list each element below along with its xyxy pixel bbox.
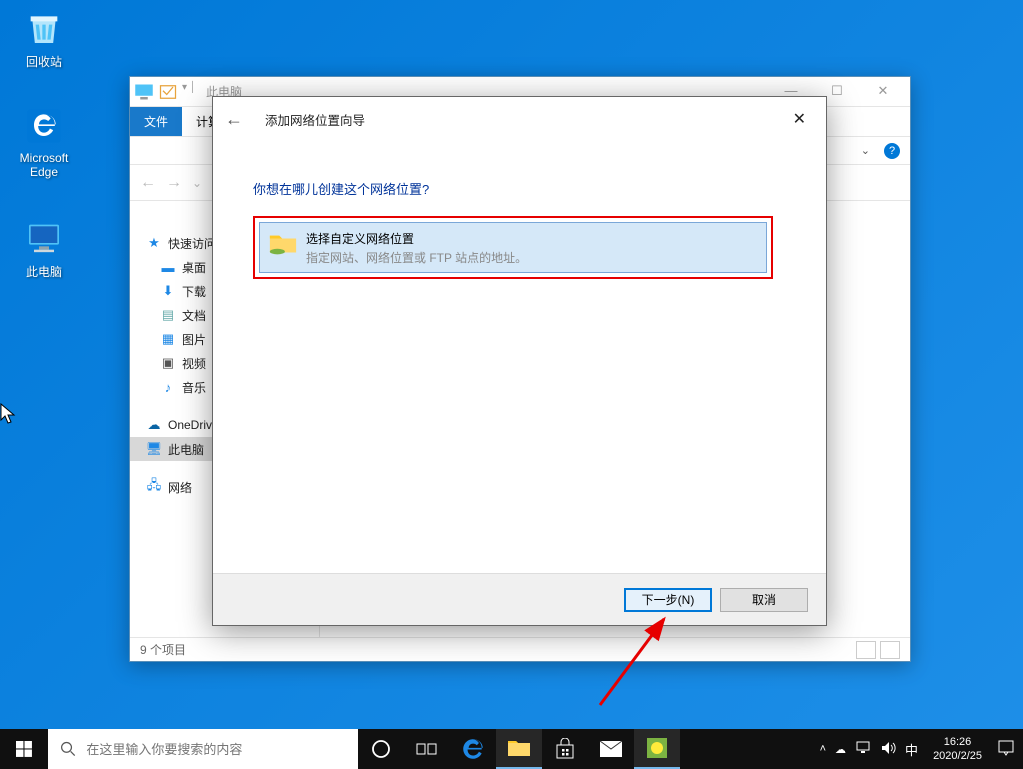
network-icon: 🖧: [146, 479, 162, 495]
ribbon-expand-icon[interactable]: ⌄: [861, 144, 870, 157]
close-button[interactable]: ✕: [860, 77, 906, 107]
wizard-titlebar: ← 添加网络位置向导 ✕: [213, 97, 826, 141]
search-input[interactable]: [86, 742, 346, 757]
search-icon: [60, 740, 76, 758]
desktop-icon-label: Microsoft Edge: [6, 151, 82, 179]
desktop-icon-label: 回收站: [6, 53, 82, 70]
pc-icon: 🖥: [146, 441, 162, 457]
document-icon: ▤: [160, 307, 176, 323]
wizard-close-icon[interactable]: ✕: [785, 105, 814, 133]
status-item-count: 9 个项目: [140, 641, 186, 658]
tray-time: 16:26: [933, 735, 982, 749]
desktop-icon-label: 此电脑: [6, 263, 82, 280]
view-large-icon[interactable]: [880, 641, 900, 659]
view-details-icon[interactable]: [856, 641, 876, 659]
tray-network-icon[interactable]: [855, 741, 871, 758]
videos-icon: ▣: [160, 355, 176, 371]
tray-onedrive-icon[interactable]: ☁: [835, 743, 846, 756]
wizard-footer: 下一步(N) 取消: [213, 573, 826, 625]
desktop-icon-edge[interactable]: Microsoft Edge: [6, 104, 82, 179]
add-network-location-wizard: ← 添加网络位置向导 ✕ 你想在哪儿创建这个网络位置? 选择自定义网络位置 指定…: [212, 96, 827, 626]
pc-small-icon: [134, 82, 154, 102]
taskbar-taskview-icon[interactable]: [404, 729, 450, 769]
taskbar-edge-icon[interactable]: [450, 729, 496, 769]
tray-volume-icon[interactable]: [880, 741, 896, 758]
folder-network-icon: [268, 230, 298, 258]
wizard-body: 你想在哪儿创建这个网络位置? 选择自定义网络位置 指定网站、网络位置或 FTP …: [213, 141, 826, 279]
qat-dropdown-icon[interactable]: ▾ │: [182, 82, 202, 102]
download-icon: ⬇: [160, 283, 176, 299]
tray-date: 2020/2/25: [933, 749, 982, 763]
music-icon: ♪: [160, 379, 176, 395]
wizard-option-desc: 指定网站、网络位置或 FTP 站点的地址。: [306, 249, 527, 266]
taskbar-search[interactable]: [48, 729, 358, 769]
pc-icon: [22, 216, 66, 260]
wizard-back-icon[interactable]: ←: [225, 109, 243, 130]
tray-clock[interactable]: 16:26 2020/2/25: [927, 735, 988, 764]
taskbar-app-icon[interactable]: [634, 729, 680, 769]
help-icon[interactable]: ?: [884, 143, 900, 159]
start-button[interactable]: [0, 729, 48, 769]
taskbar: ˄ ☁ 中 16:26 2020/2/25: [0, 729, 1023, 769]
wizard-option-highlight: 选择自定义网络位置 指定网站、网络位置或 FTP 站点的地址。: [253, 216, 773, 279]
desktop-icon-recycle[interactable]: 回收站: [6, 6, 82, 70]
onedrive-icon: ☁: [146, 417, 162, 433]
taskbar-apps: [358, 729, 680, 769]
explorer-statusbar: 9 个项目: [130, 637, 910, 661]
taskbar-explorer-icon[interactable]: [496, 729, 542, 769]
wizard-title: 添加网络位置向导: [265, 110, 785, 129]
cursor-icon: [0, 403, 18, 427]
edge-icon: [22, 104, 66, 148]
nav-back-icon[interactable]: ←: [140, 174, 156, 192]
tray-notifications-icon[interactable]: [997, 739, 1015, 760]
star-icon: ★: [146, 235, 162, 251]
next-button[interactable]: 下一步(N): [624, 588, 712, 612]
taskbar-tray: ˄ ☁ 中 16:26 2020/2/25: [812, 729, 1023, 769]
ribbon-tab-file[interactable]: 文件: [130, 107, 182, 136]
wizard-option-title: 选择自定义网络位置: [306, 230, 527, 247]
qat-icon-1[interactable]: [158, 82, 178, 102]
taskbar-mail-icon[interactable]: [588, 729, 634, 769]
desktop-icon: ▬: [160, 259, 176, 275]
wizard-question: 你想在哪儿创建这个网络位置?: [253, 179, 786, 198]
taskbar-store-icon[interactable]: [542, 729, 588, 769]
pictures-icon: ▦: [160, 331, 176, 347]
tray-chevron-icon[interactable]: ˄: [820, 743, 826, 755]
taskbar-cortana-icon[interactable]: [358, 729, 404, 769]
tray-ime[interactable]: 中: [905, 740, 918, 759]
nav-forward-icon[interactable]: →: [166, 174, 182, 192]
cancel-button[interactable]: 取消: [720, 588, 808, 612]
recycle-bin-icon: [22, 6, 66, 50]
desktop-icon-thispc[interactable]: 此电脑: [6, 216, 82, 280]
nav-recent-icon[interactable]: ⌄: [192, 176, 202, 190]
wizard-option-custom[interactable]: 选择自定义网络位置 指定网站、网络位置或 FTP 站点的地址。: [259, 222, 767, 273]
